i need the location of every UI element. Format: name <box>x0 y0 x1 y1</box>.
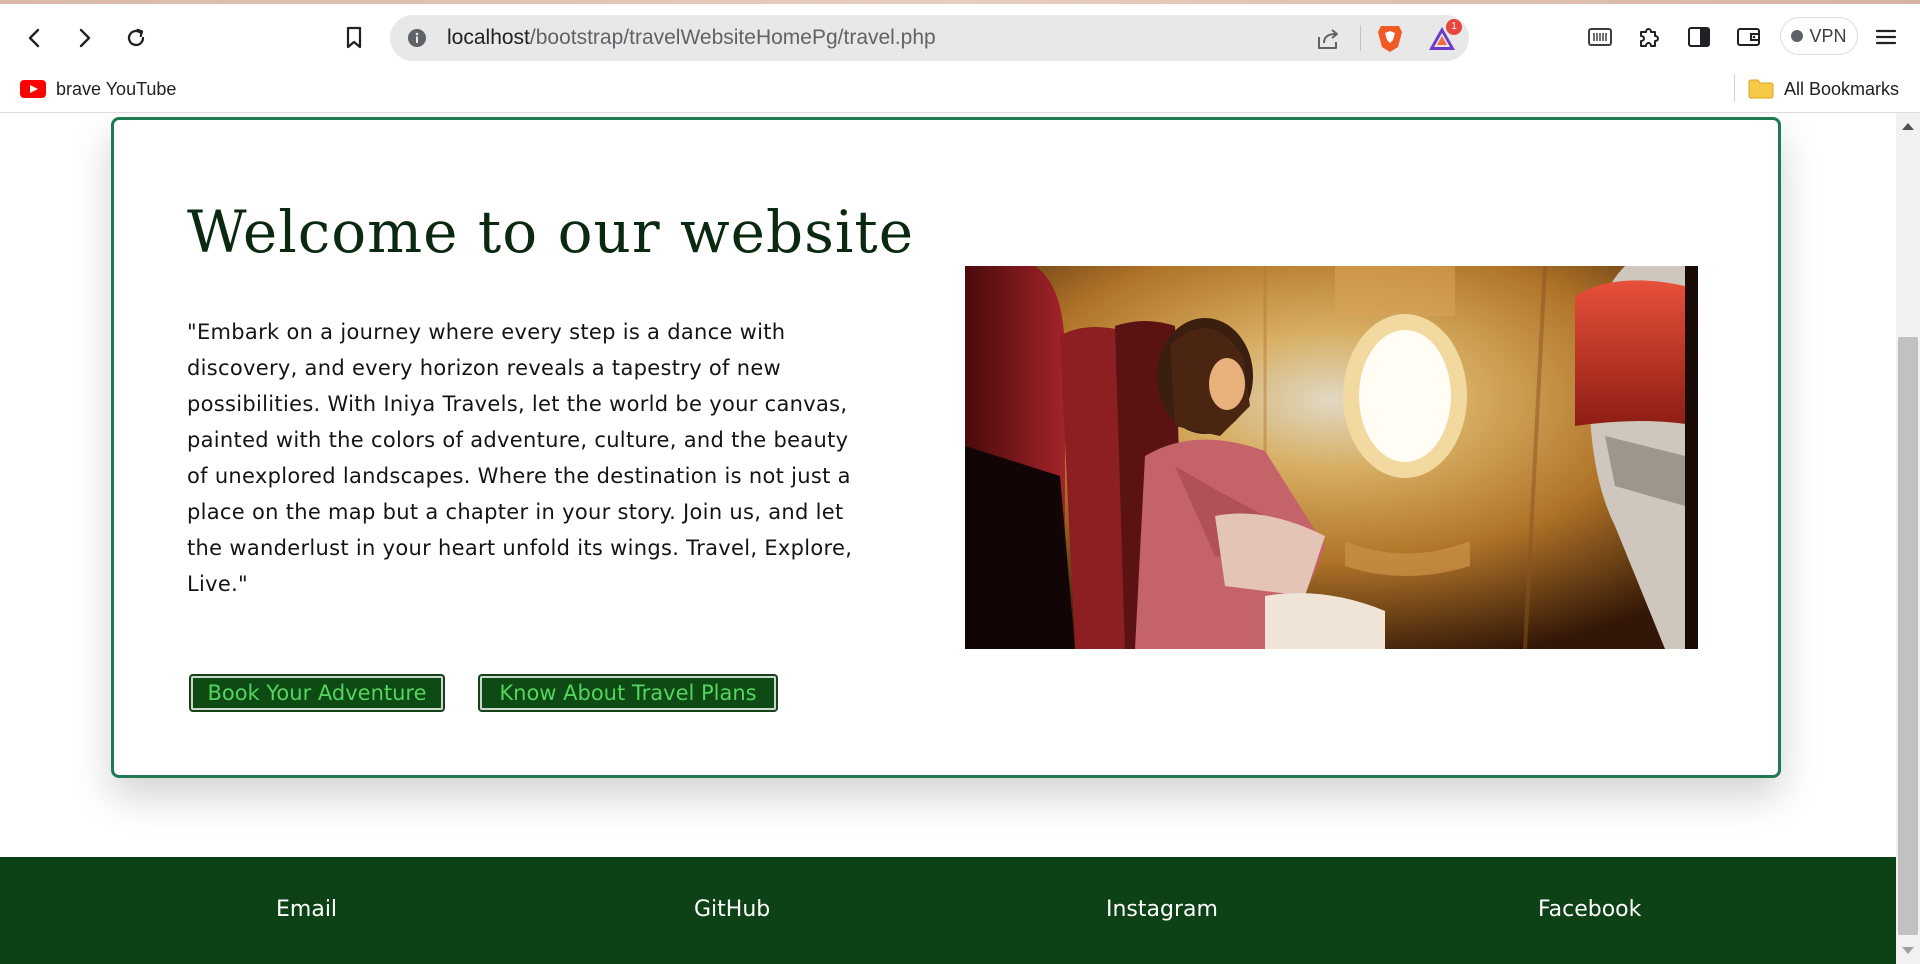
footer-link-facebook[interactable]: Facebook <box>1538 897 1641 922</box>
scroll-up-arrow-icon[interactable] <box>1902 123 1914 130</box>
back-button[interactable] <box>18 21 52 55</box>
footer-link-email[interactable]: Email <box>276 897 337 922</box>
youtube-icon <box>20 80 46 98</box>
site-info-icon[interactable] <box>406 27 428 49</box>
browser-toolbar: localhost/bootstrap/travelWebsiteHomePg/… <box>0 4 1920 66</box>
share-icon[interactable] <box>1314 25 1342 53</box>
forward-arrow-icon <box>79 28 91 48</box>
bookmarks-bar: brave YouTube All Bookmarks <box>0 66 1920 113</box>
folder-icon <box>1748 79 1774 99</box>
welcome-heading: Welcome to our website <box>187 198 915 266</box>
book-adventure-button[interactable]: Book Your Adventure <box>189 674 445 712</box>
wallet-button[interactable] <box>1733 21 1765 53</box>
address-bar-separator <box>1360 25 1361 51</box>
site-footer: Email GitHub Instagram Facebook <box>0 857 1896 964</box>
footer-link-instagram[interactable]: Instagram <box>1106 897 1218 922</box>
brave-rewards-button[interactable]: 1 <box>1426 19 1462 55</box>
page-viewport: Welcome to our website "Embark on a jour… <box>0 113 1896 964</box>
url-text: localhost/bootstrap/travelWebsiteHomePg/… <box>447 15 936 61</box>
brave-shields-icon[interactable] <box>1376 23 1404 53</box>
scroll-down-arrow-icon[interactable] <box>1902 947 1914 954</box>
wallet-icon <box>1737 28 1760 46</box>
puzzle-icon <box>1640 28 1659 47</box>
url-path: /bootstrap/travelWebsiteHomePg/travel.ph… <box>529 26 936 49</box>
airplane-window-image <box>965 266 1698 649</box>
page-scrollbar[interactable] <box>1896 113 1920 964</box>
bookmark-page-button[interactable] <box>337 21 371 55</box>
extensions-button[interactable] <box>1633 21 1665 53</box>
vpn-status-icon <box>1791 30 1804 42</box>
address-bar[interactable]: localhost/bootstrap/travelWebsiteHomePg/… <box>390 15 1469 61</box>
sidebar-icon <box>1688 27 1710 47</box>
footer-link-github[interactable]: GitHub <box>694 897 770 922</box>
bookmark-item-youtube[interactable]: brave YouTube <box>20 66 176 112</box>
reload-icon <box>127 28 145 47</box>
vpn-label: VPN <box>1809 25 1847 46</box>
barcode-icon <box>1588 28 1612 46</box>
reload-button[interactable] <box>119 21 153 55</box>
all-bookmarks-button[interactable]: All Bookmarks <box>1748 66 1899 112</box>
vpn-button[interactable]: VPN <box>1780 17 1858 55</box>
menu-button[interactable] <box>1870 21 1902 53</box>
rewards-badge: 1 <box>1446 19 1462 35</box>
all-bookmarks-label: All Bookmarks <box>1784 78 1900 99</box>
welcome-paragraph: "Embark on a journey where every step is… <box>187 320 853 596</box>
bookmark-label: brave YouTube <box>56 78 177 99</box>
media-button[interactable] <box>1584 21 1616 53</box>
welcome-card: Welcome to our website "Embark on a jour… <box>111 117 1781 778</box>
forward-button[interactable] <box>67 21 101 55</box>
scrollbar-thumb[interactable] <box>1898 337 1918 935</box>
sidebar-button[interactable] <box>1683 21 1715 53</box>
url-host: localhost <box>447 26 530 49</box>
bookmark-icon <box>346 26 362 49</box>
hamburger-menu-icon <box>1875 29 1897 45</box>
back-arrow-icon <box>28 28 40 48</box>
bookmarks-divider <box>1734 74 1735 102</box>
travel-plans-button[interactable]: Know About Travel Plans <box>478 674 778 712</box>
